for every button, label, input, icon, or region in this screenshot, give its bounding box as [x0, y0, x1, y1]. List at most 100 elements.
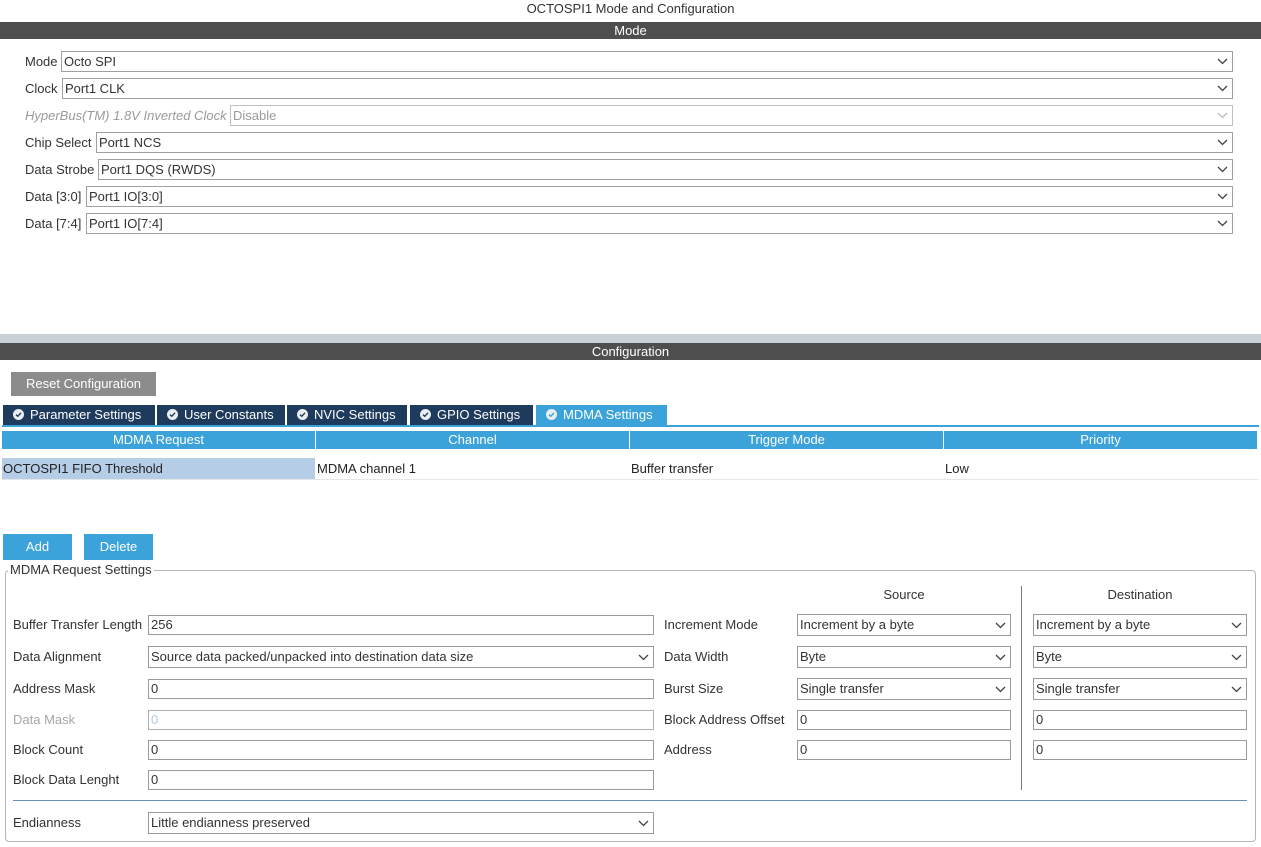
check-circle-icon	[297, 409, 308, 420]
mdma-request-settings-group	[5, 570, 1256, 842]
table-cell-priority[interactable]: Low	[944, 458, 1257, 480]
tab-gpio-settings[interactable]: GPIO Settings	[410, 405, 533, 425]
chip-select-select[interactable]: Port1 NCS	[96, 132, 1233, 153]
data-3-0-label: Data [3:0]	[25, 189, 82, 204]
chevron-down-icon	[1231, 685, 1242, 694]
hyperbus-clock-label: HyperBus(TM) 1.8V Inverted Clock	[25, 108, 227, 123]
data-7-4-label: Data [7:4]	[25, 216, 82, 231]
tab-label: NVIC Settings	[314, 407, 396, 422]
table-row-divider	[2, 479, 1258, 480]
table-cell-trigger-mode[interactable]: Buffer transfer	[630, 458, 943, 480]
chevron-down-icon	[1231, 621, 1242, 630]
data-3-0-select[interactable]: Port1 IO[3:0]	[86, 186, 1233, 207]
delete-button[interactable]: Delete	[84, 534, 153, 560]
data-alignment-label: Data Alignment	[13, 649, 102, 664]
tab-mdma-settings[interactable]: MDMA Settings	[536, 405, 667, 425]
table-cell-mdma-request[interactable]: OCTOSPI1 FIFO Threshold	[2, 458, 315, 480]
mode-row-chip-select: Chip Select Port1 NCS	[0, 132, 1261, 153]
block-data-length-input[interactable]: 0	[148, 770, 654, 790]
data-alignment-select[interactable]: Source data packed/unpacked into destina…	[148, 646, 654, 668]
column-header-channel[interactable]: Channel	[316, 431, 630, 449]
chevron-down-icon	[995, 653, 1006, 662]
source-data-width-select[interactable]: Byte	[797, 646, 1011, 668]
block-address-offset-label: Block Address Offset	[664, 712, 785, 727]
chevron-down-icon	[1217, 165, 1228, 174]
add-button[interactable]: Add	[3, 534, 72, 560]
tab-nvic-settings[interactable]: NVIC Settings	[287, 405, 407, 425]
destination-data-width-select[interactable]: Byte	[1033, 646, 1247, 668]
window-title: OCTOSPI1 Mode and Configuration	[526, 1, 735, 16]
data-strobe-select[interactable]: Port1 DQS (RWDS)	[98, 159, 1233, 180]
chevron-down-icon	[995, 685, 1006, 694]
mode-section-bar[interactable]: Mode	[0, 22, 1261, 39]
column-header-priority[interactable]: Priority	[944, 431, 1257, 449]
chevron-down-icon	[1217, 111, 1228, 120]
column-header-trigger-mode[interactable]: Trigger Mode	[630, 431, 944, 449]
clock-select-value: Port1 CLK	[65, 81, 125, 96]
configuration-section-bar[interactable]: Configuration	[0, 343, 1261, 360]
tab-underline	[2, 425, 1259, 427]
check-circle-icon	[420, 409, 431, 420]
chevron-down-icon	[1231, 653, 1242, 662]
buffer-transfer-length-input[interactable]: 256	[148, 615, 654, 635]
data-width-label: Data Width	[664, 649, 729, 664]
clock-label: Clock	[25, 81, 58, 96]
endianness-select[interactable]: Little endianness preserved	[148, 812, 654, 834]
address-label: Address	[664, 742, 712, 757]
tab-label: GPIO Settings	[437, 407, 521, 422]
data-alignment-value: Source data packed/unpacked into destina…	[151, 649, 474, 664]
source-block-address-offset-input[interactable]: 0	[797, 710, 1011, 730]
mode-select[interactable]: Octo SPI	[61, 51, 1233, 72]
tab-label: User Constants	[184, 407, 274, 422]
chip-select-value: Port1 NCS	[99, 135, 162, 150]
mode-label: Mode	[25, 54, 58, 69]
panel-splitter[interactable]	[0, 334, 1261, 343]
mode-row-data-strobe: Data Strobe Port1 DQS (RWDS)	[0, 159, 1261, 180]
source-burst-size-select[interactable]: Single transfer	[797, 678, 1011, 700]
mode-row-mode: Mode Octo SPI	[0, 51, 1261, 72]
data-7-4-select[interactable]: Port1 IO[7:4]	[86, 213, 1233, 234]
mode-select-value: Octo SPI	[64, 54, 117, 69]
check-circle-icon	[167, 409, 178, 420]
source-destination-divider	[1021, 586, 1022, 790]
source-increment-mode-select[interactable]: Increment by a byte	[797, 614, 1011, 636]
hyperbus-clock-select: Disable	[230, 105, 1233, 126]
buffer-transfer-length-label: Buffer Transfer Length	[13, 617, 143, 632]
destination-burst-size-value: Single transfer	[1036, 681, 1120, 696]
check-circle-icon	[13, 409, 24, 420]
address-mask-input[interactable]: 0	[148, 679, 654, 699]
destination-block-address-offset-input[interactable]: 0	[1033, 710, 1247, 730]
destination-burst-size-select[interactable]: Single transfer	[1033, 678, 1247, 700]
reset-configuration-button[interactable]: Reset Configuration	[11, 372, 156, 396]
chevron-down-icon	[1217, 138, 1228, 147]
block-count-input[interactable]: 0	[148, 740, 654, 760]
source-burst-size-value: Single transfer	[800, 681, 884, 696]
data-mask-input: 0	[148, 710, 654, 730]
data-mask-label: Data Mask	[13, 712, 76, 727]
data-strobe-value: Port1 DQS (RWDS)	[101, 162, 216, 177]
source-address-input[interactable]: 0	[797, 740, 1011, 760]
chevron-down-icon	[1217, 192, 1228, 201]
block-data-length-label: Block Data Lenght	[13, 772, 120, 787]
endianness-value: Little endianness preserved	[151, 815, 310, 830]
table-cell-channel[interactable]: MDMA channel 1	[316, 458, 629, 480]
destination-increment-mode-select[interactable]: Increment by a byte	[1033, 614, 1247, 636]
tab-label: Parameter Settings	[30, 407, 142, 422]
tab-label: MDMA Settings	[563, 407, 653, 422]
tab-user-constants[interactable]: User Constants	[157, 405, 285, 425]
column-header-mdma-request[interactable]: MDMA Request	[2, 431, 316, 449]
mdma-request-settings-legend: MDMA Request Settings	[8, 562, 154, 578]
endianness-label: Endianness	[13, 815, 81, 830]
mode-row-data-7-4: Data [7:4] Port1 IO[7:4]	[0, 213, 1261, 234]
increment-mode-label: Increment Mode	[664, 617, 758, 632]
data-7-4-value: Port1 IO[7:4]	[89, 216, 163, 231]
chevron-down-icon	[995, 621, 1006, 630]
destination-column-header: Destination	[1107, 587, 1173, 602]
clock-select[interactable]: Port1 CLK	[62, 78, 1233, 99]
destination-address-input[interactable]: 0	[1033, 740, 1247, 760]
tab-parameter-settings[interactable]: Parameter Settings	[3, 405, 155, 425]
source-data-width-value: Byte	[800, 649, 827, 664]
destination-increment-mode-value: Increment by a byte	[1036, 617, 1151, 632]
hyperbus-clock-value: Disable	[233, 108, 277, 123]
chevron-down-icon	[1217, 57, 1228, 66]
